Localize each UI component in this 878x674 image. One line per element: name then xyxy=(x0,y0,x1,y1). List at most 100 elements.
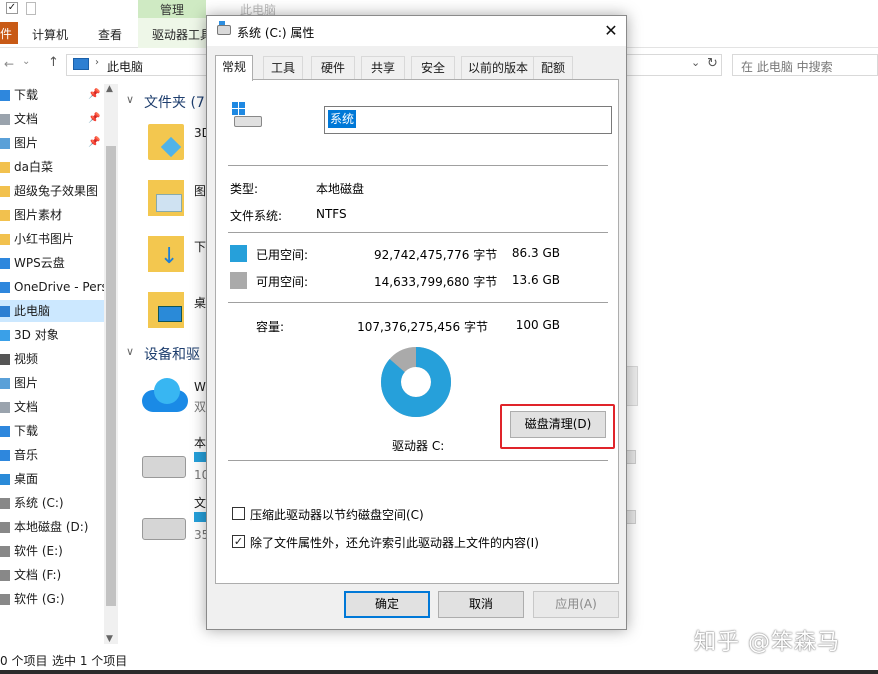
sidebar-item[interactable]: 系统 (C:) xyxy=(0,492,104,514)
sidebar-item[interactable]: 桌面 xyxy=(0,468,104,490)
onedrive-cloud-icon[interactable] xyxy=(142,378,188,412)
volume-name-text: 系统 xyxy=(328,110,357,128)
sidebar-item-icon xyxy=(0,114,10,125)
folder-label[interactable]: 下 xyxy=(194,238,206,255)
tab-hardware[interactable]: 硬件 xyxy=(311,56,355,80)
ok-button[interactable]: 确定 xyxy=(344,591,430,618)
disk-cleanup-button[interactable]: 磁盘清理(D) xyxy=(510,411,606,438)
sidebar-item[interactable]: 超级兔子效果图 xyxy=(0,180,104,202)
drive-usage-bar xyxy=(194,452,206,462)
tab-general[interactable]: 常规 xyxy=(215,55,253,81)
sidebar-item[interactable]: 图片 xyxy=(0,372,104,394)
pin-icon[interactable]: 📌 xyxy=(88,132,100,154)
used-space-label: 已用空间: xyxy=(256,248,309,262)
sidebar-item[interactable]: 图片素材 xyxy=(0,204,104,226)
sidebar-item-icon xyxy=(0,162,10,173)
sidebar-item[interactable]: 本地磁盘 (D:) xyxy=(0,516,104,538)
ribbon-tab-view[interactable]: 查看 xyxy=(98,26,122,43)
ribbon-tab-drive-tools[interactable]: 驱动器工具 xyxy=(152,26,206,43)
filesystem-label: 文件系统: xyxy=(230,209,283,223)
address-dropdown-icon[interactable]: ⌄ xyxy=(691,56,700,69)
sidebar-item[interactable]: WPS云盘 xyxy=(0,252,104,274)
folder-label[interactable]: 图 xyxy=(194,182,206,199)
cancel-button[interactable]: 取消 xyxy=(438,591,524,618)
drive-icon[interactable] xyxy=(142,456,186,478)
folder-downloads-icon[interactable]: ↓ xyxy=(148,236,184,272)
sidebar-item-label: 超级兔子效果图 xyxy=(14,184,99,198)
pin-icon[interactable]: 📌 xyxy=(88,84,100,106)
sidebar-item[interactable]: 下载 xyxy=(0,420,104,442)
sidebar-item[interactable]: 此电脑 xyxy=(0,300,104,322)
sidebar-item[interactable]: 软件 (E:) xyxy=(0,540,104,562)
sidebar-item-label: 桌面 xyxy=(14,472,39,486)
sidebar-item[interactable]: 小红书图片 xyxy=(0,228,104,250)
manage-context-label[interactable]: 管理 xyxy=(140,1,204,18)
ribbon-tab-file[interactable]: 件 xyxy=(0,22,18,44)
device-label[interactable]: 文 xyxy=(194,494,206,511)
folder-label[interactable]: 桌 xyxy=(194,294,206,311)
sidebar-item-label: 文档 xyxy=(14,400,39,414)
tab-quota[interactable]: 配额 xyxy=(533,56,573,80)
sidebar-item[interactable]: 文档 xyxy=(0,396,104,418)
separator xyxy=(228,232,608,233)
tab-previous-versions[interactable]: 以前的版本 xyxy=(461,56,535,80)
sidebar-item-icon xyxy=(0,426,10,437)
general-tab-panel: 系统 类型: 本地磁盘 文件系统: NTFS 已用空间: 92,742,475,… xyxy=(215,79,619,584)
ribbon-tab-computer[interactable]: 计算机 xyxy=(32,26,68,43)
drive-icon[interactable] xyxy=(142,518,186,540)
sidebar-item-icon xyxy=(0,570,10,581)
back-arrow-icon[interactable]: ← xyxy=(4,57,14,71)
checkbox-icon[interactable]: ✓ xyxy=(6,2,18,14)
sidebar-item-label: da白菜 xyxy=(14,160,53,174)
sidebar-item-icon xyxy=(0,522,10,533)
chevron-down-icon[interactable]: ∨ xyxy=(126,93,134,106)
compress-checkbox[interactable] xyxy=(232,507,245,520)
sidebar-item-icon xyxy=(0,450,10,461)
close-icon[interactable]: ✕ xyxy=(600,20,622,42)
sidebar-item[interactable]: 图片 📌 xyxy=(0,132,104,154)
scroll-down-icon[interactable]: ▼ xyxy=(106,634,113,644)
devices-header[interactable]: 设备和驱 xyxy=(144,344,206,364)
sidebar-item[interactable]: da白菜 xyxy=(0,156,104,178)
up-arrow-icon[interactable]: ↑ xyxy=(48,55,59,70)
filesystem-value: NTFS xyxy=(316,207,347,221)
sidebar-item[interactable]: 文档 (F:) xyxy=(0,564,104,586)
tab-sharing[interactable]: 共享 xyxy=(361,56,405,80)
sidebar-item[interactable]: 软件 (G:) xyxy=(0,588,104,610)
folders-header[interactable]: 文件夹 (7 xyxy=(144,92,206,112)
sidebar-item[interactable]: 文档 📌 xyxy=(0,108,104,130)
folder-desktop-icon[interactable] xyxy=(148,292,184,328)
sidebar-scroll-thumb[interactable] xyxy=(106,146,116,606)
separator xyxy=(228,302,608,303)
sidebar-item-icon xyxy=(0,498,10,509)
sidebar-item-label: 本地磁盘 (D:) xyxy=(14,520,89,534)
sidebar-item[interactable]: 音乐 xyxy=(0,444,104,466)
sidebar-item[interactable]: 视频 xyxy=(0,348,104,370)
status-item-count: 0 个项目 xyxy=(0,654,48,668)
tab-security[interactable]: 安全 xyxy=(411,56,455,80)
sidebar-item-icon xyxy=(0,354,10,365)
compress-label[interactable]: 压缩此驱动器以节约磁盘空间(C) xyxy=(250,506,424,523)
type-label: 类型: xyxy=(230,182,259,196)
sidebar-item[interactable]: OneDrive - Perso xyxy=(0,276,104,298)
sidebar-item[interactable]: 下载 📌 xyxy=(0,84,104,106)
document-icon[interactable] xyxy=(26,2,36,15)
device-label[interactable]: W xyxy=(194,380,206,394)
search-input[interactable]: 在 此电脑 中搜索 xyxy=(732,54,878,76)
volume-name-input[interactable]: 系统 xyxy=(324,106,612,134)
folder-3d-icon[interactable] xyxy=(148,124,184,160)
scroll-up-icon[interactable]: ▲ xyxy=(106,84,113,94)
chevron-down-icon[interactable]: ∨ xyxy=(126,345,134,358)
folder-pictures-icon[interactable] xyxy=(148,180,184,216)
sidebar-item[interactable]: 3D 对象 xyxy=(0,324,104,346)
apply-button[interactable]: 应用(A) xyxy=(533,591,619,618)
device-label[interactable]: 本 xyxy=(194,434,206,451)
dropdown-arrow-icon[interactable]: ⌄ xyxy=(22,56,30,67)
index-label[interactable]: 除了文件属性外，还允许索引此驱动器上文件的内容(I) xyxy=(250,534,539,551)
capacity-label: 容量: xyxy=(256,320,285,334)
tab-tools[interactable]: 工具 xyxy=(263,56,303,80)
pin-icon[interactable]: 📌 xyxy=(88,108,100,130)
index-checkbox[interactable]: ✓ xyxy=(232,535,245,548)
sidebar-item-icon xyxy=(0,474,10,485)
refresh-icon[interactable]: ↻ xyxy=(707,56,718,71)
